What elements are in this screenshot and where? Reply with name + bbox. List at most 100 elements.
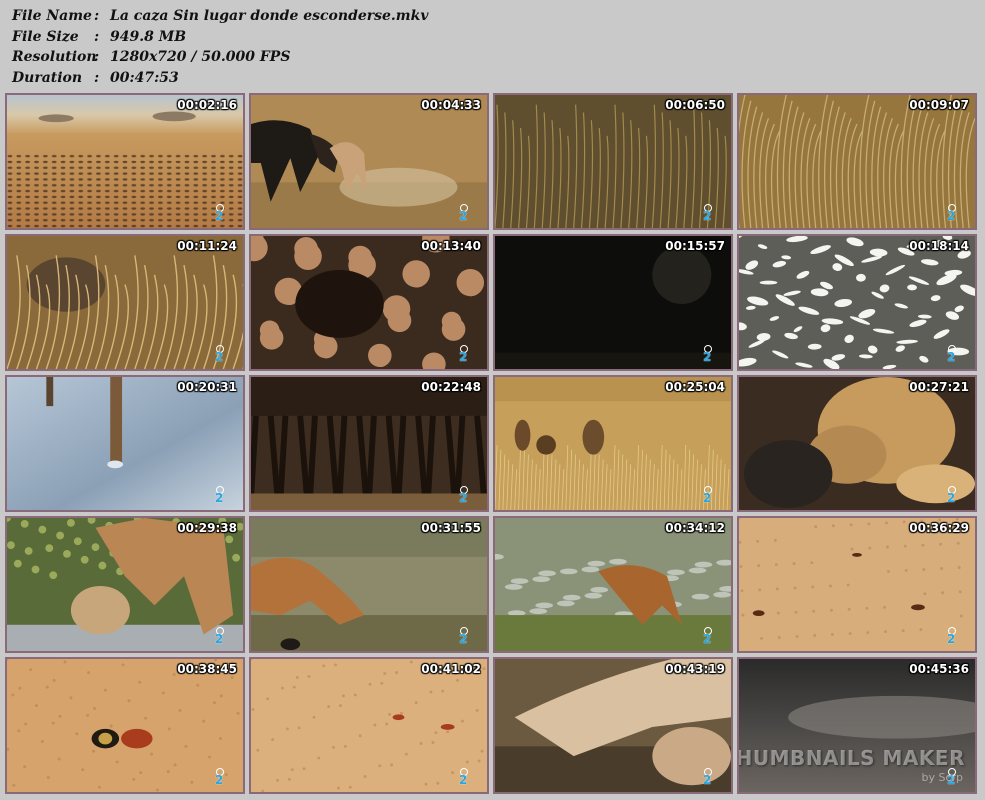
video-thumbnail[interactable]: 00:13:40 2 <box>249 234 489 371</box>
thumbnail-image <box>739 518 975 651</box>
channel-logo-icon: 2 <box>213 627 227 646</box>
thumbnail-timestamp: 00:38:45 <box>177 662 237 676</box>
channel-logo-number: 2 <box>947 491 956 505</box>
channel-logo-icon: 2 <box>701 345 715 364</box>
channel-logo-icon: 2 <box>213 204 227 223</box>
video-thumbnail[interactable]: 00:15:57 2 <box>493 234 733 371</box>
thumbnail-timestamp: 00:25:04 <box>665 380 725 394</box>
channel-logo-icon: 2 <box>213 345 227 364</box>
channel-logo-number: 2 <box>703 773 712 787</box>
video-thumbnail[interactable]: 00:38:45 2 <box>5 657 245 794</box>
channel-logo-icon: 2 <box>457 204 471 223</box>
channel-logo-number: 2 <box>703 350 712 364</box>
thumbnail-timestamp: 00:22:48 <box>421 380 481 394</box>
video-thumbnail[interactable]: 00:11:24 2 <box>5 234 245 371</box>
channel-logo-number: 2 <box>703 632 712 646</box>
channel-logo-number: 2 <box>947 350 956 364</box>
thumbnail-timestamp: 00:18:14 <box>909 239 969 253</box>
video-thumbnail[interactable]: 00:09:07 2 <box>737 93 977 230</box>
thumbnail-image <box>7 377 243 510</box>
info-value: La caza Sin lugar donde esconderse.mkv <box>110 8 429 24</box>
channel-logo-icon: 2 <box>701 486 715 505</box>
channel-logo-icon: 2 <box>457 345 471 364</box>
channel-logo-number: 2 <box>947 209 956 223</box>
thumbnail-timestamp: 00:36:29 <box>909 521 969 535</box>
thumbnail-timestamp: 00:41:02 <box>421 662 481 676</box>
video-thumbnail[interactable]: 00:25:04 2 <box>493 375 733 512</box>
thumbnail-image <box>739 236 975 369</box>
thumbnail-image <box>251 95 487 228</box>
watermark-subtitle: by Scrp <box>921 771 963 784</box>
channel-logo-icon: 2 <box>457 486 471 505</box>
channel-logo-icon: 2 <box>701 768 715 787</box>
thumbnail-timestamp: 00:04:33 <box>421 98 481 112</box>
thumbnail-image <box>739 377 975 510</box>
thumbnail-image <box>495 377 731 510</box>
thumbnail-timestamp: 00:11:24 <box>177 239 237 253</box>
thumbnail-timestamp: 00:45:36 <box>909 662 969 676</box>
channel-logo-number: 2 <box>215 773 224 787</box>
info-separator: : <box>94 8 100 24</box>
thumbnail-timestamp: 00:27:21 <box>909 380 969 394</box>
channel-logo-number: 2 <box>459 773 468 787</box>
thumbnail-image <box>7 518 243 651</box>
video-thumbnail[interactable]: 00:27:21 2 <box>737 375 977 512</box>
thumbnail-image <box>251 377 487 510</box>
thumbnail-image <box>495 236 731 369</box>
video-thumbnail[interactable]: 00:29:38 2 <box>5 516 245 653</box>
thumbnail-image <box>7 236 243 369</box>
thumbnail-timestamp: 00:20:31 <box>177 380 237 394</box>
video-thumbnail[interactable]: 00:02:16 2 <box>5 93 245 230</box>
video-thumbnail[interactable]: 00:22:48 2 <box>249 375 489 512</box>
info-separator: : <box>94 49 100 65</box>
thumbnail-image <box>7 95 243 228</box>
thumbnail-image <box>495 659 731 792</box>
channel-logo-icon: 2 <box>945 486 959 505</box>
thumbnail-image <box>495 518 731 651</box>
thumbnail-timestamp: 00:43:19 <box>665 662 725 676</box>
video-thumbnail[interactable]: 00:31:55 2 <box>249 516 489 653</box>
channel-logo-number: 2 <box>459 491 468 505</box>
info-label: Resolution <box>12 49 97 65</box>
thumbnail-timestamp: 00:31:55 <box>421 521 481 535</box>
channel-logo-number: 2 <box>459 209 468 223</box>
thumbnail-timestamp: 00:13:40 <box>421 239 481 253</box>
thumbnail-image <box>7 659 243 792</box>
video-thumbnail[interactable]: 00:36:29 2 <box>737 516 977 653</box>
thumbnail-image <box>251 518 487 651</box>
thumbnail-timestamp: 00:06:50 <box>665 98 725 112</box>
info-value: 1280x720 / 50.000 FPS <box>110 49 291 65</box>
video-thumbnail[interactable]: 00:18:14 2 <box>737 234 977 371</box>
thumbnail-image <box>251 236 487 369</box>
info-label: Duration <box>12 69 83 86</box>
info-row: Duration:00:47:53 <box>12 68 428 89</box>
channel-logo-icon: 2 <box>457 768 471 787</box>
channel-logo-icon: 2 <box>945 204 959 223</box>
thumbnail-timestamp: 00:02:16 <box>177 98 237 112</box>
video-thumbnail[interactable]: 00:06:50 2 <box>493 93 733 230</box>
info-value: 949.8 MB <box>110 28 187 45</box>
channel-logo-number: 2 <box>215 491 224 505</box>
info-row: Resolution:1280x720 / 50.000 FPS <box>12 47 428 68</box>
channel-logo-icon: 2 <box>457 627 471 646</box>
channel-logo-number: 2 <box>947 632 956 646</box>
file-info: File Name: La caza Sin lugar donde escond… <box>12 6 428 88</box>
info-label: File Size <box>12 28 79 45</box>
info-value: 00:47:53 <box>110 69 179 86</box>
video-thumbnail[interactable]: 00:34:12 2 <box>493 516 733 653</box>
channel-logo-icon: 2 <box>701 627 715 646</box>
video-thumbnail[interactable]: 00:45:362VIDEO THUMBNAILS MAKERby Scrp <box>737 657 977 794</box>
channel-logo-number: 2 <box>703 491 712 505</box>
channel-logo-number: 2 <box>215 209 224 223</box>
info-label: File Name <box>12 8 92 24</box>
watermark-title: VIDEO THUMBNAILS MAKER <box>737 746 965 770</box>
channel-logo-icon: 2 <box>701 204 715 223</box>
video-thumbnail[interactable]: 00:04:33 2 <box>249 93 489 230</box>
video-thumbnail[interactable]: 00:41:02 2 <box>249 657 489 794</box>
video-thumbnail[interactable]: 00:20:31 2 <box>5 375 245 512</box>
thumbnail-timestamp: 00:29:38 <box>177 521 237 535</box>
channel-logo-number: 2 <box>459 632 468 646</box>
thumbnail-timestamp: 00:34:12 <box>665 521 725 535</box>
video-thumbnail[interactable]: 00:43:19 2 <box>493 657 733 794</box>
thumbnail-timestamp: 00:09:07 <box>909 98 969 112</box>
